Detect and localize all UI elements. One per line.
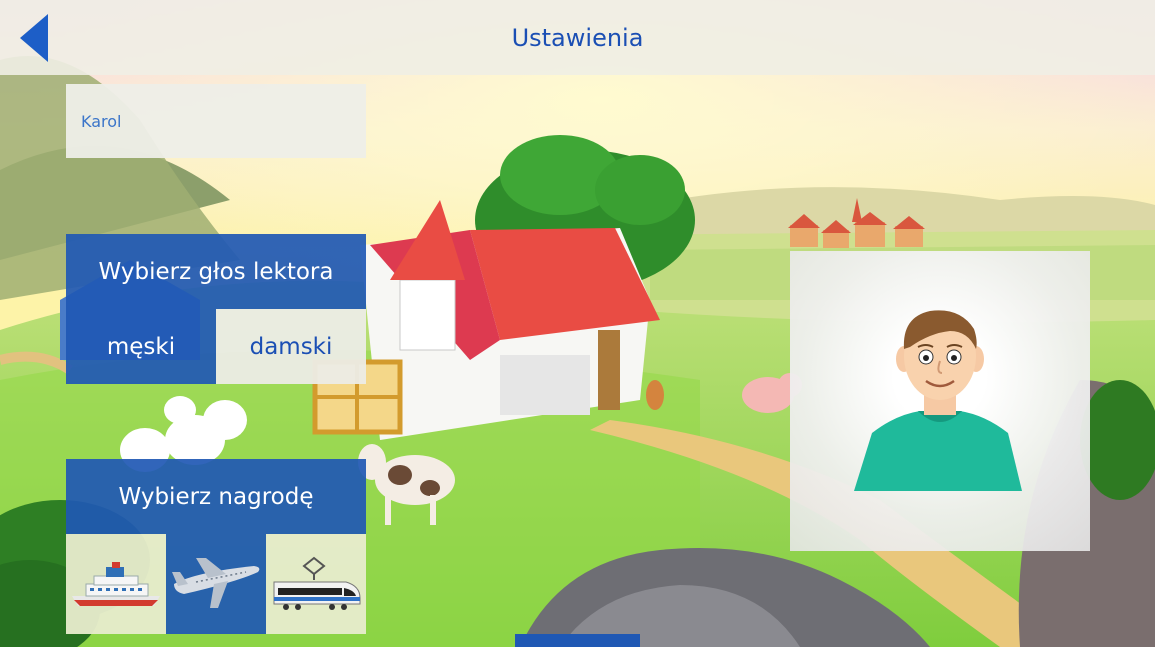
voice-options: męski damski [66,309,366,384]
bottom-tab-button[interactable] [515,634,640,647]
reward-ship-button[interactable] [66,534,166,634]
male-avatar-icon [854,310,1022,491]
voice-female-button[interactable]: damski [216,309,366,384]
child-name-field[interactable]: Karol [66,84,366,158]
voice-panel: Wybierz głos lektora męski damski [66,234,366,384]
voice-male-button[interactable]: męski [66,309,216,384]
ship-icon [72,562,160,606]
reward-options [66,534,366,634]
reward-airplane-button[interactable] [166,534,266,634]
top-bar: Ustawienia [0,0,1155,75]
voice-avatar-card [790,251,1090,551]
reward-train-button[interactable] [266,534,366,634]
train-icon [273,556,361,610]
page-title: Ustawienia [511,24,644,52]
reward-panel: Wybierz nagrodę [66,459,366,634]
voice-panel-title: Wybierz głos lektora [66,234,366,309]
airplane-icon [172,558,260,608]
reward-panel-title: Wybierz nagrodę [66,459,366,534]
